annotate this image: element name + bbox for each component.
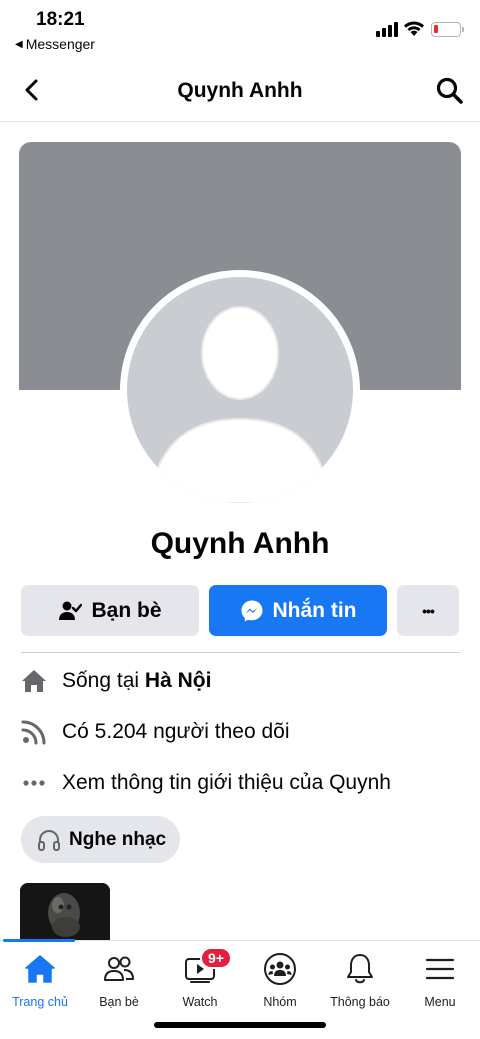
more-dots-icon: ••• bbox=[422, 602, 435, 619]
wifi-icon bbox=[404, 21, 424, 36]
tab-friends[interactable]: Bạn bè bbox=[79, 951, 159, 1009]
battery-icon bbox=[431, 22, 464, 37]
messenger-icon bbox=[241, 600, 262, 621]
status-bar: 18:21 ◀ Messenger bbox=[0, 0, 480, 56]
home-indicator[interactable] bbox=[154, 1022, 326, 1028]
default-avatar-silhouette-icon bbox=[147, 306, 333, 503]
section-divider bbox=[21, 652, 460, 653]
bell-icon bbox=[342, 951, 378, 987]
tab-home[interactable]: Trang chủ bbox=[0, 951, 80, 1009]
tab-groups-label: Nhóm bbox=[263, 995, 297, 1009]
info-row-about[interactable]: Xem thông tin giới thiệu của Quynh bbox=[0, 763, 480, 803]
back-to-app-link[interactable]: ◀ Messenger bbox=[15, 36, 95, 52]
back-app-label: Messenger bbox=[25, 36, 95, 52]
headphones-icon bbox=[38, 829, 60, 851]
tab-watch-label: Watch bbox=[182, 995, 218, 1009]
search-icon[interactable] bbox=[434, 75, 466, 107]
home-icon bbox=[19, 666, 49, 696]
page-title: Quynh Anhh bbox=[177, 79, 303, 102]
more-options-button[interactable]: ••• bbox=[397, 585, 459, 636]
groups-icon bbox=[262, 951, 298, 987]
home-icon bbox=[22, 951, 58, 987]
friends-icon bbox=[101, 951, 137, 987]
tab-notifications-label: Thông báo bbox=[330, 995, 390, 1009]
music-chip[interactable]: Nghe nhạc bbox=[21, 816, 180, 863]
more-horizontal-icon bbox=[19, 768, 49, 798]
info-row-lives: Sống tại Hà Nội bbox=[0, 661, 480, 701]
lives-city-link[interactable]: Hà Nội bbox=[145, 669, 212, 692]
lives-prefix: Sống tại bbox=[62, 669, 140, 692]
menu-icon bbox=[422, 951, 458, 987]
friend-check-icon bbox=[59, 601, 83, 620]
profile-header: Quynh Anhh bbox=[0, 60, 480, 122]
message-button[interactable]: Nhắn tin bbox=[209, 585, 387, 636]
about-info-link[interactable]: Xem thông tin giới thiệu của Quynh bbox=[62, 771, 391, 795]
followers-text[interactable]: Có 5.204 người theo dõi bbox=[62, 720, 289, 744]
info-row-followers: Có 5.204 người theo dõi bbox=[0, 712, 480, 752]
photo-thumbnail[interactable] bbox=[20, 883, 110, 941]
profile-name: Quynh Anhh bbox=[150, 527, 330, 560]
tab-friends-label: Bạn bè bbox=[99, 995, 139, 1009]
message-button-label: Nhắn tin bbox=[272, 598, 357, 622]
tab-menu-label: Menu bbox=[424, 995, 456, 1009]
rss-feed-icon bbox=[19, 717, 49, 747]
watch-notification-badge: 9+ bbox=[200, 947, 232, 969]
music-chip-label: Nghe nhạc bbox=[69, 828, 167, 850]
back-triangle-icon: ◀ bbox=[15, 38, 23, 50]
tab-notifications[interactable]: Thông báo bbox=[320, 951, 400, 1009]
friends-button-label: Bạn bè bbox=[91, 598, 162, 622]
status-time: 18:21 bbox=[36, 9, 85, 30]
tab-groups[interactable]: Nhóm bbox=[240, 951, 320, 1009]
active-tab-indicator bbox=[3, 939, 75, 942]
tab-menu[interactable]: Menu bbox=[400, 951, 480, 1009]
friends-button[interactable]: Bạn bè bbox=[21, 585, 199, 636]
tab-home-label: Trang chủ bbox=[12, 995, 68, 1009]
profile-avatar[interactable] bbox=[120, 270, 360, 510]
cellular-signal-icon bbox=[376, 22, 398, 37]
